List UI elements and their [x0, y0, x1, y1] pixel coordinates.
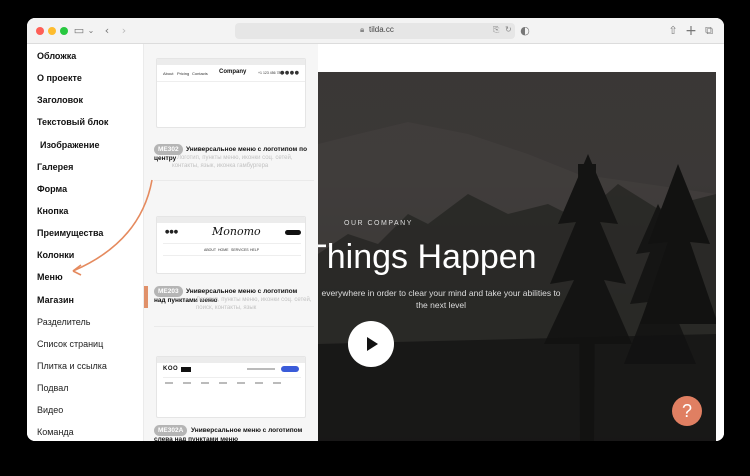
privacy-shield-icon[interactable]: ◐ [519, 23, 531, 39]
template-preview-me302[interactable]: About Pricing Contacts Company +1 123 45… [156, 58, 306, 128]
sidebar-item-tiles-links[interactable]: Плитка и ссылка [37, 361, 107, 371]
preview-divider [163, 377, 301, 378]
preview-cta-button [281, 366, 299, 372]
preview-chrome [157, 217, 305, 223]
preview-logo: Monomo [212, 225, 261, 238]
sidebar-item-gallery[interactable]: Галерея [37, 162, 73, 172]
help-button[interactable]: ? [672, 396, 702, 426]
selected-template-indicator [144, 286, 148, 308]
play-video-button[interactable] [348, 321, 394, 367]
sidebar-item-page-list[interactable]: Список страниц [37, 339, 103, 349]
preview-divider [157, 81, 305, 82]
template-preview-me203[interactable]: ●●● Monomo ABOUT HOME SERVICES HELP [156, 216, 306, 274]
address-bar[interactable]: 🔒︎ tilda.cc ⎘ ↻ [235, 23, 515, 39]
preview-divider [163, 255, 301, 256]
preview-contacts [247, 368, 275, 370]
preview-divider [163, 243, 301, 244]
sidebar-item-footer[interactable]: Подвал [37, 383, 68, 393]
hero-headline: Things Happen [318, 238, 537, 276]
browser-toolbar: ▭ ⌄ ‹ › 🔒︎ tilda.cc ⎘ ↻ ◐ ⇧ + ⧉ [27, 18, 724, 44]
preview-link-about: ABOUT [204, 248, 217, 252]
preview-social-icons: ●●● [165, 229, 179, 235]
zoom-window-button[interactable] [60, 27, 68, 35]
sidebar-item-heading[interactable]: Заголовок [37, 95, 83, 105]
sidebar-item-cover[interactable]: Обложка [37, 51, 76, 61]
translate-icon[interactable]: ⎘ [493, 25, 499, 35]
preview-link-services: SERVICES [231, 248, 249, 252]
sidebar-item-video[interactable]: Видео [37, 405, 63, 415]
sidebar-item-shop[interactable]: Магазин [37, 295, 74, 305]
card-divider [154, 326, 314, 327]
minimize-window-button[interactable] [48, 27, 56, 35]
hero-eyebrow: OUR COMPANY [344, 220, 413, 227]
play-icon [367, 337, 378, 351]
sidebar-item-about[interactable]: О проекте [37, 73, 82, 83]
share-icon[interactable]: ⇧ [667, 23, 679, 39]
preview-link-help: HELP [250, 248, 260, 252]
lock-icon: 🔒︎ [360, 25, 365, 34]
template-title: Универсальное меню с логотипом слева над… [154, 427, 303, 441]
sidebar-item-image[interactable]: Изображение [40, 140, 100, 150]
preview-link-contacts: Contacts [192, 71, 208, 76]
new-tab-icon[interactable]: + [685, 23, 697, 39]
sidebar-item-menu[interactable]: Меню [37, 272, 63, 282]
sidebar-item-form[interactable]: Форма [37, 184, 67, 194]
preview-logo: Company [219, 69, 247, 75]
page-scrollbar[interactable] [716, 44, 724, 441]
template-preview-me302a[interactable]: KOO [156, 356, 306, 418]
card-divider [154, 180, 314, 181]
sidebar-item-divider[interactable]: Разделитель [37, 317, 90, 327]
browser-window: ▭ ⌄ ‹ › 🔒︎ tilda.cc ⎘ ↻ ◐ ⇧ + ⧉ Обложка … [27, 18, 724, 441]
hero-cover-preview: OUR COMPANY Things Happen everywhere in … [318, 44, 716, 441]
tabs-overview-icon[interactable]: ⧉ [703, 23, 715, 39]
back-icon[interactable]: ‹ [102, 23, 112, 39]
preview-link-about: About [163, 71, 174, 76]
preview-menu-items [165, 382, 285, 384]
preview-cta-pill [285, 230, 301, 235]
sidebar-item-features[interactable]: Преимущества [37, 228, 103, 238]
sidebar-toggle-icon[interactable]: ▭ [73, 23, 85, 39]
preview-chrome [157, 59, 305, 65]
preview-logo-mark [181, 367, 191, 372]
template-description: Логотип, пункты меню, иконки соц. сетей,… [196, 297, 312, 311]
preview-logo: KOO [163, 366, 179, 372]
sidebar-item-text-block[interactable]: Текстовый блок [37, 117, 108, 127]
chevron-down-icon[interactable]: ⌄ [87, 23, 95, 39]
sidebar-item-team[interactable]: Команда [37, 427, 74, 437]
preview-chrome [157, 357, 305, 363]
hero-subtitle: everywhere in order to clear your mind a… [321, 288, 561, 310]
block-template-panel: About Pricing Contacts Company +1 123 45… [144, 44, 318, 441]
template-description: Логотип, пункты меню, иконки соц. сетей,… [172, 155, 293, 169]
preview-link-pricing: Pricing [177, 71, 190, 76]
preview-link-home: HOME [218, 248, 229, 252]
preview-social-icons: ●●●● [280, 70, 300, 76]
sidebar-item-columns[interactable]: Колонки [37, 250, 74, 260]
close-window-button[interactable] [36, 27, 44, 35]
url-text: tilda.cc [369, 25, 394, 34]
block-category-sidebar: Обложка О проекте Заголовок Текстовый бл… [27, 44, 144, 441]
sidebar-item-button[interactable]: Кнопка [37, 206, 68, 216]
reload-icon[interactable]: ↻ [505, 25, 512, 34]
forward-icon[interactable]: › [119, 23, 129, 39]
